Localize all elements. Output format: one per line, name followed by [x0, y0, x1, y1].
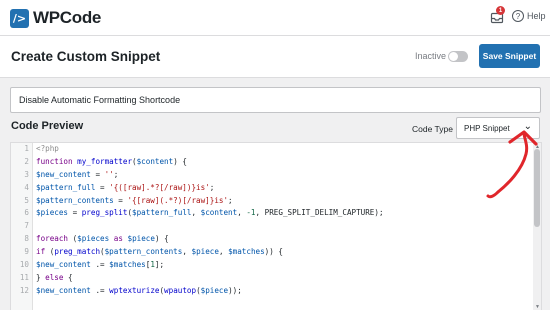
code-line: 5 $pattern_contents = '{[raw](.*?)[/raw]}… — [11, 195, 531, 208]
code-text: $new_content .= $matches[1]; — [36, 260, 165, 270]
help-icon: ? — [512, 10, 524, 22]
code-type-select[interactable]: PHP Snippet ⌄ — [456, 117, 540, 139]
editor-scrollbar[interactable]: ▲ ▼ — [533, 143, 541, 310]
help-label: Help — [527, 11, 546, 21]
code-line: 7 — [11, 220, 531, 233]
snippet-title-input[interactable]: Disable Automatic Formatting Shortcode — [10, 87, 541, 113]
line-number: 12 — [19, 285, 29, 295]
code-line: 10 $new_content .= $matches[1]; — [11, 259, 531, 272]
code-text: $pattern_contents = '{[raw](.*?)[/raw]}i… — [36, 195, 233, 205]
code-text: if (preg_match($pattern_contents, $piece… — [36, 247, 283, 257]
code-line: 11 } else { — [11, 272, 531, 285]
code-line: 2 function my_formatter($content) { — [11, 156, 531, 169]
line-number: 5 — [24, 195, 29, 205]
line-number: 8 — [24, 234, 29, 244]
line-number: 9 — [24, 247, 29, 257]
code-type-value: PHP Snippet — [464, 123, 510, 133]
line-number: 6 — [24, 208, 29, 218]
code-text: $new_content .= wptexturize(wpautop($pie… — [36, 285, 242, 295]
line-number: 2 — [24, 156, 29, 166]
code-line: 3 $new_content = ''; — [11, 169, 531, 182]
line-number: 7 — [24, 221, 29, 231]
toggle-knob — [449, 52, 458, 61]
code-editor[interactable]: 1 <?php 2 function my_formatter($content) {… — [10, 142, 542, 310]
code-line: 8 foreach ($pieces as $piece) { — [11, 233, 531, 246]
code-preview-heading: Code Preview — [11, 120, 84, 132]
app-name: WPCode — [33, 8, 102, 27]
wpcode-logo[interactable]: /> WPCode — [10, 8, 101, 28]
chevron-down-icon: ⌄ — [523, 121, 532, 132]
code-text: $new_content = ''; — [36, 169, 119, 179]
code-line: 12 $new_content .= wptexturize(wpautop($p… — [11, 285, 531, 298]
status-label: Inactive — [415, 51, 447, 61]
code-line: 1 <?php — [11, 143, 531, 156]
scrollbar-thumb[interactable] — [534, 149, 540, 227]
top-bar: /> WPCode 1 ? Help — [0, 0, 550, 36]
code-line: 4 $pattern_full = '{([raw].*?[/raw])}is'; — [11, 182, 531, 195]
code-type-label: Code Type — [412, 124, 453, 134]
wpcode-logo-icon: /> — [10, 8, 29, 28]
help-link[interactable]: ? Help — [512, 10, 546, 22]
line-number: 10 — [19, 260, 29, 270]
code-text: } else { — [36, 272, 73, 282]
line-number: 4 — [24, 182, 29, 192]
code-text: $pattern_full = '{([raw].*?[/raw])}is'; — [36, 182, 215, 192]
code-lines: 1 <?php 2 function my_formatter($content) {… — [11, 143, 531, 298]
page-header: Create Custom Snippet Inactive Save Snip… — [0, 36, 550, 78]
page-title: Create Custom Snippet — [11, 49, 161, 64]
code-line: 9 if (preg_match($pattern_contents, $piec… — [11, 246, 531, 259]
code-text: foreach ($pieces as $piece) { — [36, 234, 169, 244]
line-number: 3 — [24, 169, 29, 179]
line-number: 1 — [24, 144, 29, 153]
save-snippet-button[interactable]: Save Snippet — [479, 44, 540, 68]
code-text: function my_formatter($content) { — [36, 156, 187, 166]
code-text: $pieces = preg_split($pattern_full, $con… — [36, 208, 384, 218]
active-toggle[interactable] — [448, 51, 468, 62]
scroll-down-icon[interactable]: ▼ — [535, 304, 540, 310]
notification-badge: 1 — [496, 6, 505, 15]
code-line: 6 $pieces = preg_split($pattern_full, $co… — [11, 207, 531, 220]
line-number: 11 — [19, 272, 29, 282]
code-text: <?php — [36, 144, 59, 153]
